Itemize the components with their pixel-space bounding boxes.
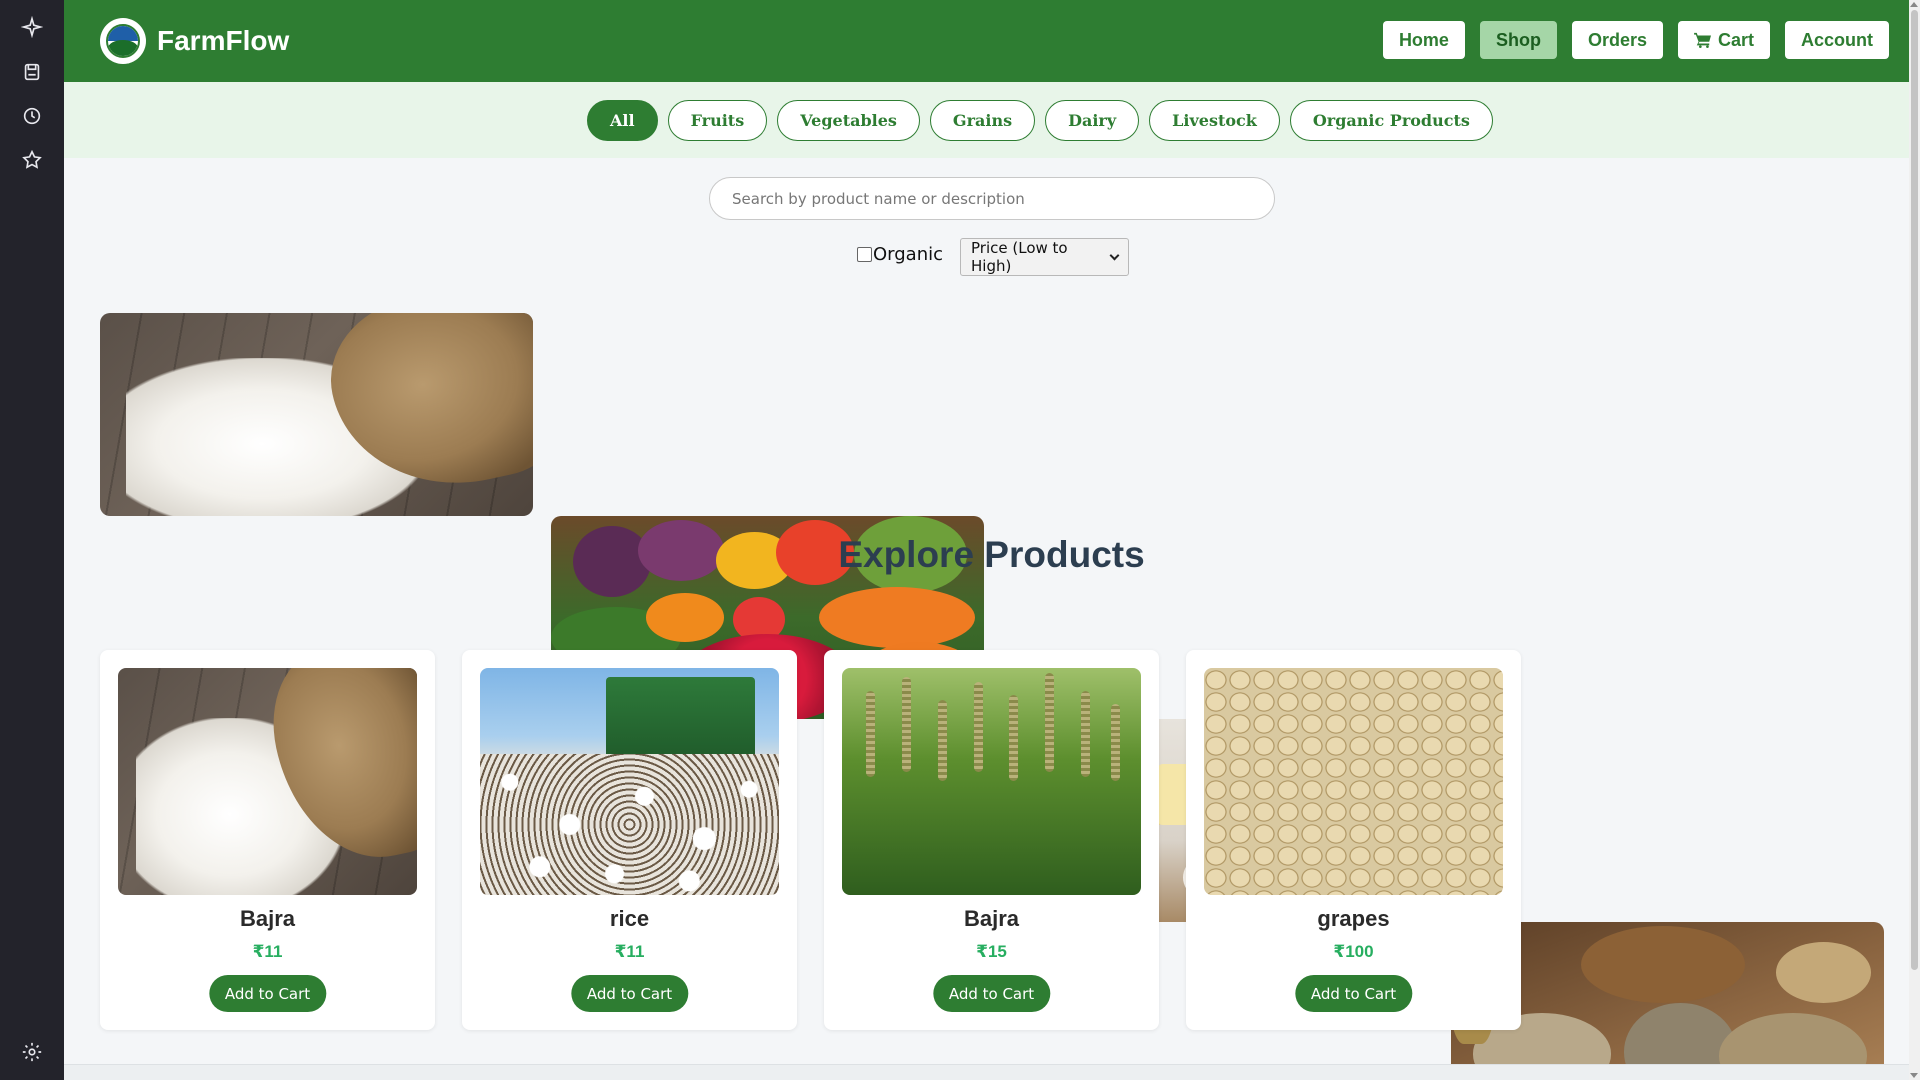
section-title: Explore Products	[838, 534, 1145, 575]
scrollbar-thumb[interactable]	[1911, 10, 1918, 970]
organic-checkbox[interactable]	[857, 246, 872, 262]
logo	[100, 18, 146, 64]
page-footer-edge	[64, 1064, 1909, 1080]
product-image-cotton-field[interactable]	[480, 668, 779, 895]
brand[interactable]: FarmFlow	[100, 18, 289, 64]
product-name: Bajra	[963, 906, 1020, 931]
category-fruits[interactable]: Fruits	[667, 100, 768, 141]
nav-shop-button[interactable]: Shop	[1479, 21, 1557, 59]
star-icon[interactable]	[19, 147, 45, 173]
product-card: grapes ₹100 Add to Cart	[1186, 650, 1521, 1030]
scroll-down-icon[interactable]	[1910, 1073, 1918, 1078]
product-image-rice-sack[interactable]	[118, 668, 417, 895]
product-price: ₹100	[1333, 942, 1374, 961]
banner-rice-image	[100, 313, 533, 516]
product-image-millet-field[interactable]	[842, 668, 1141, 895]
category-organic-products[interactable]: Organic Products	[1289, 100, 1493, 141]
product-price: ₹15	[976, 942, 1007, 961]
nav-account-button[interactable]: Account	[1785, 21, 1889, 59]
organic-label: Organic	[873, 243, 944, 265]
category-dairy[interactable]: Dairy	[1045, 100, 1140, 141]
nav-cart-label: Cart	[1717, 29, 1754, 50]
nav-menu: Home Shop Orders Cart Account	[1382, 21, 1889, 59]
main-content: FarmFlow Home Shop Orders Cart Account A…	[64, 0, 1909, 1080]
brand-name: FarmFlow	[157, 25, 290, 56]
search-input[interactable]	[709, 177, 1275, 220]
nav-orders-button[interactable]: Orders	[1571, 21, 1663, 59]
product-card: Bajra ₹11 Add to Cart	[100, 650, 435, 1030]
top-navbar: FarmFlow Home Shop Orders Cart Account	[64, 0, 1909, 82]
product-price: ₹11	[614, 942, 645, 961]
scroll-up-icon[interactable]	[1910, 2, 1918, 7]
filter-row: Organic Price (Low to High)	[857, 238, 1130, 276]
category-bar: All Fruits Vegetables Grains Dairy Lives…	[64, 82, 1909, 158]
category-all[interactable]: All	[587, 100, 658, 141]
product-name: Bajra	[239, 906, 296, 931]
history-icon[interactable]	[19, 103, 45, 129]
chevron-down-icon	[1109, 250, 1120, 260]
nav-home-button[interactable]: Home	[1382, 21, 1465, 59]
product-image-soybeans[interactable]	[1204, 668, 1503, 895]
product-card: Bajra ₹15 Add to Cart	[824, 650, 1159, 1030]
add-to-cart-button[interactable]: Add to Cart	[570, 975, 689, 1012]
add-to-cart-button[interactable]: Add to Cart	[1294, 975, 1413, 1012]
app-rail	[0, 0, 64, 1080]
product-name: rice	[609, 906, 650, 931]
category-livestock[interactable]: Livestock	[1149, 100, 1280, 141]
nav-cart-button[interactable]: Cart	[1677, 21, 1770, 59]
add-to-cart-button[interactable]: Add to Cart	[208, 975, 327, 1012]
product-price: ₹11	[252, 942, 283, 961]
save-icon[interactable]	[19, 59, 45, 85]
sort-select[interactable]: Price (Low to High)	[960, 238, 1130, 276]
product-card: rice ₹11 Add to Cart	[462, 650, 797, 1030]
cart-icon	[1694, 32, 1711, 48]
product-name: grapes	[1317, 906, 1390, 931]
category-vegetables[interactable]: Vegetables	[777, 100, 920, 141]
sparkle-icon[interactable]	[19, 14, 45, 40]
vertical-scrollbar[interactable]	[1909, 0, 1920, 1080]
category-grains[interactable]: Grains	[929, 100, 1036, 141]
settings-icon[interactable]	[19, 1039, 45, 1065]
sort-selected-value: Price (Low to High)	[971, 239, 1068, 275]
add-to-cart-button[interactable]: Add to Cart	[932, 975, 1051, 1012]
